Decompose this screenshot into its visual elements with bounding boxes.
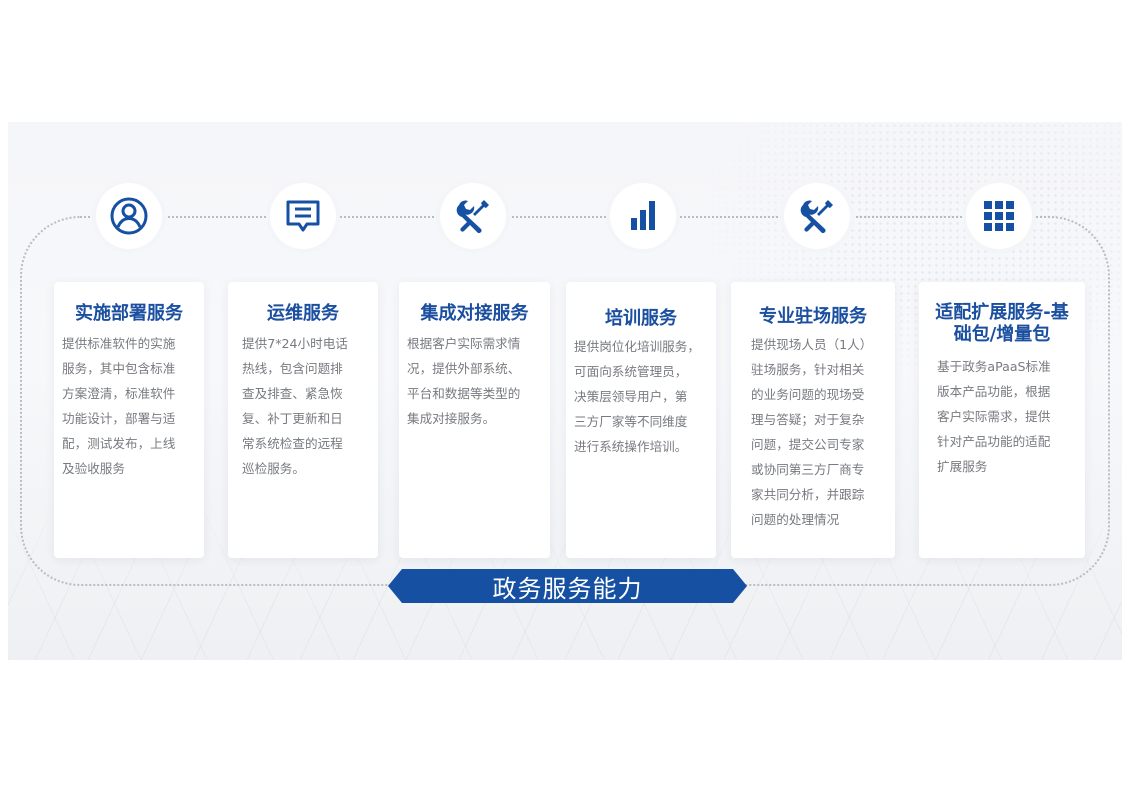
card-body-line: 扩展服务 <box>937 459 988 474</box>
card-body: 提供7*24小时电话 热线，包含问题排 查及排查、紧急恢 复、补丁更新和日 常系… <box>236 331 370 481</box>
tools-icon <box>784 183 850 249</box>
card-title: 适配扩展服务-基 础包/增量包 <box>927 302 1077 346</box>
card-body-line: 版本产品功能，根据 <box>937 384 1051 399</box>
service-card-onsite: 专业驻场服务 提供现场人员（1人） 驻场服务，针对相关 的业务问题的现场受 理与… <box>731 282 895 558</box>
card-body-line: 驻场服务，针对相关 <box>751 362 865 377</box>
user-icon <box>96 183 162 249</box>
card-title: 实施部署服务 <box>75 303 183 324</box>
card-body-line: 的业务问题的现场受 <box>751 387 865 402</box>
card-body-line: 服务，其中包含标准 <box>62 361 176 376</box>
card-title-line: 适配扩展服务-基 <box>935 302 1069 323</box>
card-body: 提供现场人员（1人） 驻场服务，针对相关 的业务问题的现场受 理与答疑；对于复杂… <box>739 332 887 532</box>
card-title: 运维服务 <box>267 303 339 324</box>
card-body-line: 提供现场人员（1人） <box>751 337 873 352</box>
capability-banner: 政务服务能力 <box>388 569 747 603</box>
card-body-line: 平台和数据等类型的 <box>407 386 521 401</box>
card-body-line: 针对产品功能的适配 <box>937 434 1051 449</box>
card-body-line: 根据客户实际需求情 <box>407 336 521 351</box>
card-body-line: 提供标准软件的实施 <box>62 336 176 351</box>
card-body-line: 可面向系统管理员， <box>574 364 688 379</box>
card-body-line: 功能设计，部署与适 <box>62 411 176 426</box>
card-title: 培训服务 <box>605 308 677 329</box>
card-body-line: 进行系统操作培训。 <box>574 439 688 454</box>
card-body-line: 配，测试发布，上线 <box>62 436 176 451</box>
card-body: 根据客户实际需求情 况，提供外部系统、 平台和数据等类型的 集成对接服务。 <box>407 331 542 431</box>
card-title-line: 础包/增量包 <box>953 324 1051 345</box>
card-body-line: 问题的处理情况 <box>751 512 840 527</box>
service-card-implementation: 实施部署服务 提供标准软件的实施 服务，其中包含标准 方案澄清，标准软件 功能设… <box>54 282 204 558</box>
card-body-line: 提供岗位化培训服务， <box>574 339 700 354</box>
card-body-line: 方案澄清，标准软件 <box>62 386 176 401</box>
card-body-line: 查及排查、紧急恢 <box>242 386 343 401</box>
card-title: 集成对接服务 <box>420 303 529 324</box>
card-body-line: 三方厂家等不同维度 <box>574 414 688 429</box>
card-body: 提供标准软件的实施 服务，其中包含标准 方案澄清，标准软件 功能设计，部署与适 … <box>62 331 196 481</box>
card-body-line: 巡检服务。 <box>242 461 305 476</box>
card-body-line: 或协同第三方厂商专 <box>751 462 865 477</box>
card-body: 提供岗位化培训服务， 可面向系统管理员， 决策层领导用户，第 三方厂家等不同维度… <box>574 334 708 459</box>
card-body-line: 常系统检查的远程 <box>242 436 343 451</box>
card-body-line: 集成对接服务。 <box>407 411 496 426</box>
card-body-line: 及验收服务 <box>62 461 125 476</box>
card-body-line: 提供7*24小时电话 <box>242 336 348 351</box>
card-body-line: 客户实际需求，提供 <box>937 409 1051 424</box>
card-body-line: 家共同分析，并跟踪 <box>751 487 865 502</box>
service-card-integration: 集成对接服务 根据客户实际需求情 况，提供外部系统、 平台和数据等类型的 集成对… <box>399 282 550 558</box>
grid-icon <box>966 183 1032 249</box>
service-card-training: 培训服务 提供岗位化培训服务， 可面向系统管理员， 决策层领导用户，第 三方厂家… <box>566 282 716 558</box>
service-card-operations: 运维服务 提供7*24小时电话 热线，包含问题排 查及排查、紧急恢 复、补丁更新… <box>228 282 378 558</box>
card-body-line: 问题，提交公司专家 <box>751 437 865 452</box>
card-body-line: 理与答疑；对于复杂 <box>751 412 865 427</box>
chat-icon <box>270 183 336 249</box>
card-body: 基于政务aPaaS标准 版本产品功能，根据 客户实际需求，提供 针对产品功能的适… <box>927 354 1077 479</box>
card-body-line: 决策层领导用户，第 <box>574 389 688 404</box>
banner-label: 政务服务能力 <box>492 574 643 603</box>
card-body-line: 热线，包含问题排 <box>242 361 343 376</box>
card-title: 专业驻场服务 <box>759 306 867 327</box>
card-body-line: 况，提供外部系统、 <box>407 361 521 376</box>
service-card-adaptation: 适配扩展服务-基 础包/增量包 基于政务aPaaS标准 版本产品功能，根据 客户… <box>919 282 1085 558</box>
card-body-line: 基于政务aPaaS标准 <box>937 359 1051 374</box>
tools-icon <box>440 183 506 249</box>
bar-chart-icon <box>610 183 676 249</box>
card-body-line: 复、补丁更新和日 <box>242 411 343 426</box>
